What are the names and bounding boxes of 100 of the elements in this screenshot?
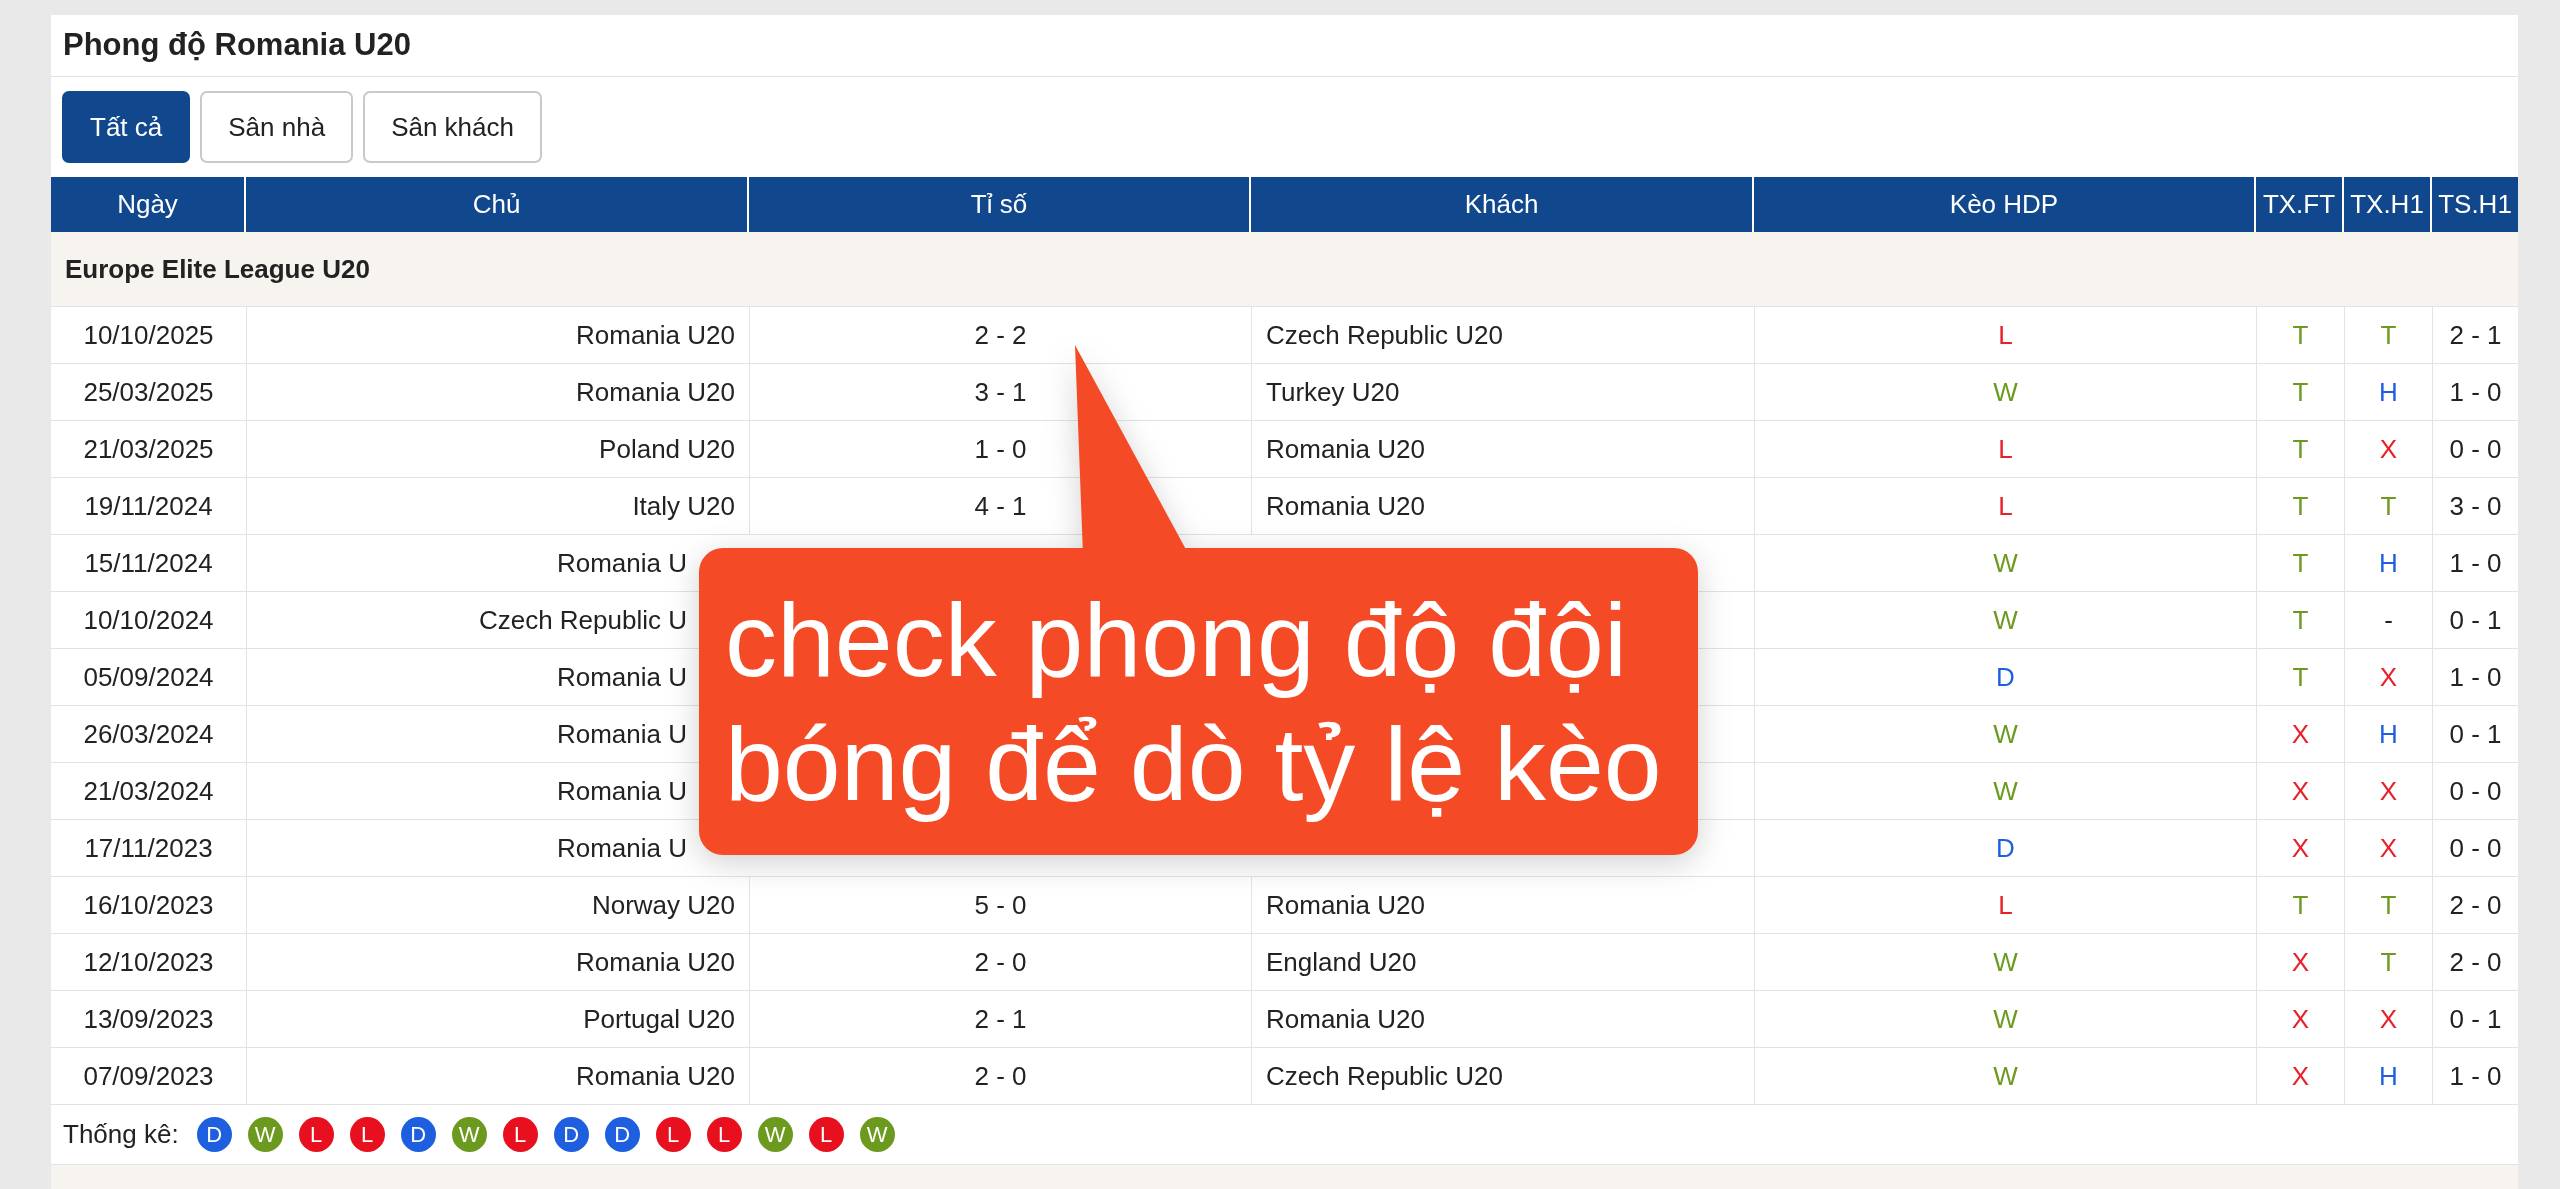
home-team-cell-text: Portugal U20	[583, 1002, 735, 1036]
home-team-cell-text: Romania U	[556, 546, 687, 580]
date-cell-text: 10/10/2025	[83, 318, 214, 352]
over-under-result: H	[2379, 717, 2398, 751]
over-under-result: T	[2292, 660, 2309, 694]
over-under-result: T	[2380, 318, 2397, 352]
half-time-score: 0 - 0	[2449, 831, 2502, 865]
half-time-score: 1 - 0	[2449, 375, 2502, 409]
over-under-result: T	[2292, 603, 2309, 637]
handicap-result: W	[1993, 1002, 2018, 1036]
date-cell-text: 10/10/2024	[83, 603, 214, 637]
score-cell-text: 1 - 0	[974, 432, 1027, 466]
score-cell-text: 2 - 1	[974, 1002, 1027, 1036]
over-under-result: X	[2291, 945, 2310, 979]
home-team-cell-text: Romania U	[556, 831, 687, 865]
date-cell-text: 05/09/2024	[83, 660, 214, 694]
result-badge: W	[451, 1117, 487, 1152]
panel-title: Phong độ Romania U20	[63, 26, 411, 65]
home-team-cell-text: Romania U20	[576, 945, 735, 979]
date-cell-text: 13/09/2023	[83, 1002, 214, 1036]
half-time-score: 1 - 0	[2449, 660, 2502, 694]
score-cell-text: 4 - 1	[974, 489, 1027, 523]
over-under-result: T	[2292, 489, 2309, 523]
score-cell-text: 2 - 2	[974, 318, 1027, 352]
date-cell-text: 12/10/2023	[83, 945, 214, 979]
away-team-cell-text: Romania U20	[1266, 1002, 1425, 1036]
result-badge: L	[706, 1117, 742, 1152]
away-team-cell-text: Romania U20	[1266, 489, 1425, 523]
over-under-result: H	[2379, 375, 2398, 409]
column-header: TX.FT	[2262, 188, 2336, 221]
over-under-result: X	[2291, 1002, 2310, 1036]
away-team-cell-text: Romania U20	[1266, 888, 1425, 922]
over-under-result: X	[2291, 1059, 2310, 1093]
over-under-result: T	[2380, 888, 2397, 922]
over-under-result: T	[2292, 888, 2309, 922]
column-header: TX.H1	[2350, 188, 2424, 221]
stats-label: Thống kê:	[63, 1118, 179, 1151]
column-header: Chủ	[472, 188, 521, 221]
away-team-cell-text: Romania U20	[1266, 432, 1425, 466]
away-team-cell-text: Turkey U20	[1266, 375, 1400, 409]
away-team-cell-text: England U20	[1266, 945, 1417, 979]
date-cell-text: 17/11/2023	[84, 831, 213, 865]
result-badge: D	[196, 1117, 232, 1152]
home-team-cell-text: Romania U20	[576, 1059, 735, 1093]
handicap-result: W	[1993, 717, 2018, 751]
over-under-result: X	[2379, 1002, 2398, 1036]
over-under-result: X	[2379, 831, 2398, 865]
callout-text: bóng để dò tỷ lệ kèo	[725, 704, 1662, 824]
result-badge: L	[502, 1117, 538, 1152]
handicap-result: W	[1993, 1059, 2018, 1093]
column-header: Khách	[1464, 188, 1539, 221]
filter-tab[interactable]: Tất cả	[62, 91, 191, 163]
date-cell-text: 15/11/2024	[84, 546, 213, 580]
date-cell-text: 26/03/2024	[83, 717, 214, 751]
result-badge: L	[808, 1117, 844, 1152]
over-under-result: X	[2291, 774, 2310, 808]
result-badge: W	[757, 1117, 793, 1152]
result-badge: W	[247, 1117, 283, 1152]
over-under-result: X	[2291, 831, 2310, 865]
over-under-result: X	[2379, 432, 2398, 466]
over-under-result: T	[2292, 318, 2309, 352]
score-cell-text: 2 - 0	[974, 1059, 1027, 1093]
over-under-result: T	[2292, 432, 2309, 466]
result-badge: L	[655, 1117, 691, 1152]
over-under-result: H	[2379, 1059, 2398, 1093]
home-team-cell-text: Romania U	[556, 717, 687, 751]
half-time-score: 0 - 1	[2449, 603, 2502, 637]
handicap-result: W	[1993, 774, 2018, 808]
handicap-result: W	[1993, 546, 2018, 580]
column-header: TS.H1	[2438, 188, 2512, 221]
date-cell-text: 21/03/2024	[83, 774, 214, 808]
half-time-score: 1 - 0	[2449, 1059, 2502, 1093]
home-team-cell-text: Romania U20	[576, 318, 735, 352]
column-header: Ngày	[117, 188, 178, 221]
date-cell-text: 25/03/2025	[83, 375, 214, 409]
handicap-result: D	[1996, 660, 2015, 694]
home-team-cell-text: Romania U20	[576, 375, 735, 409]
away-team-cell-text: Czech Republic U20	[1266, 1059, 1503, 1093]
handicap-result: L	[1998, 318, 2013, 352]
half-time-score: 2 - 1	[2449, 318, 2502, 352]
column-header: Kèo HDP	[1949, 188, 2059, 221]
result-badge: D	[604, 1117, 640, 1152]
league-name: Europe Elite League U20	[65, 252, 370, 286]
date-cell-text: 21/03/2025	[83, 432, 214, 466]
over-under-result: X	[2379, 660, 2398, 694]
handicap-result: L	[1998, 489, 2013, 523]
over-under-result: X	[2291, 717, 2310, 751]
date-cell-text: 19/11/2024	[84, 489, 213, 523]
over-under-result: T	[2380, 489, 2397, 523]
filter-tab[interactable]: Sân khách	[363, 91, 542, 163]
over-under-result: H	[2379, 546, 2398, 580]
over-under-result: T	[2292, 546, 2309, 580]
half-time-score: 0 - 0	[2449, 774, 2502, 808]
half-time-score: 0 - 1	[2449, 717, 2502, 751]
handicap-result: W	[1993, 945, 2018, 979]
filter-tab[interactable]: Sân nhà	[200, 91, 354, 163]
handicap-result: L	[1998, 432, 2013, 466]
home-team-cell-text: Italy U20	[632, 489, 735, 523]
result-badge: D	[553, 1117, 589, 1152]
handicap-result: L	[1998, 888, 2013, 922]
